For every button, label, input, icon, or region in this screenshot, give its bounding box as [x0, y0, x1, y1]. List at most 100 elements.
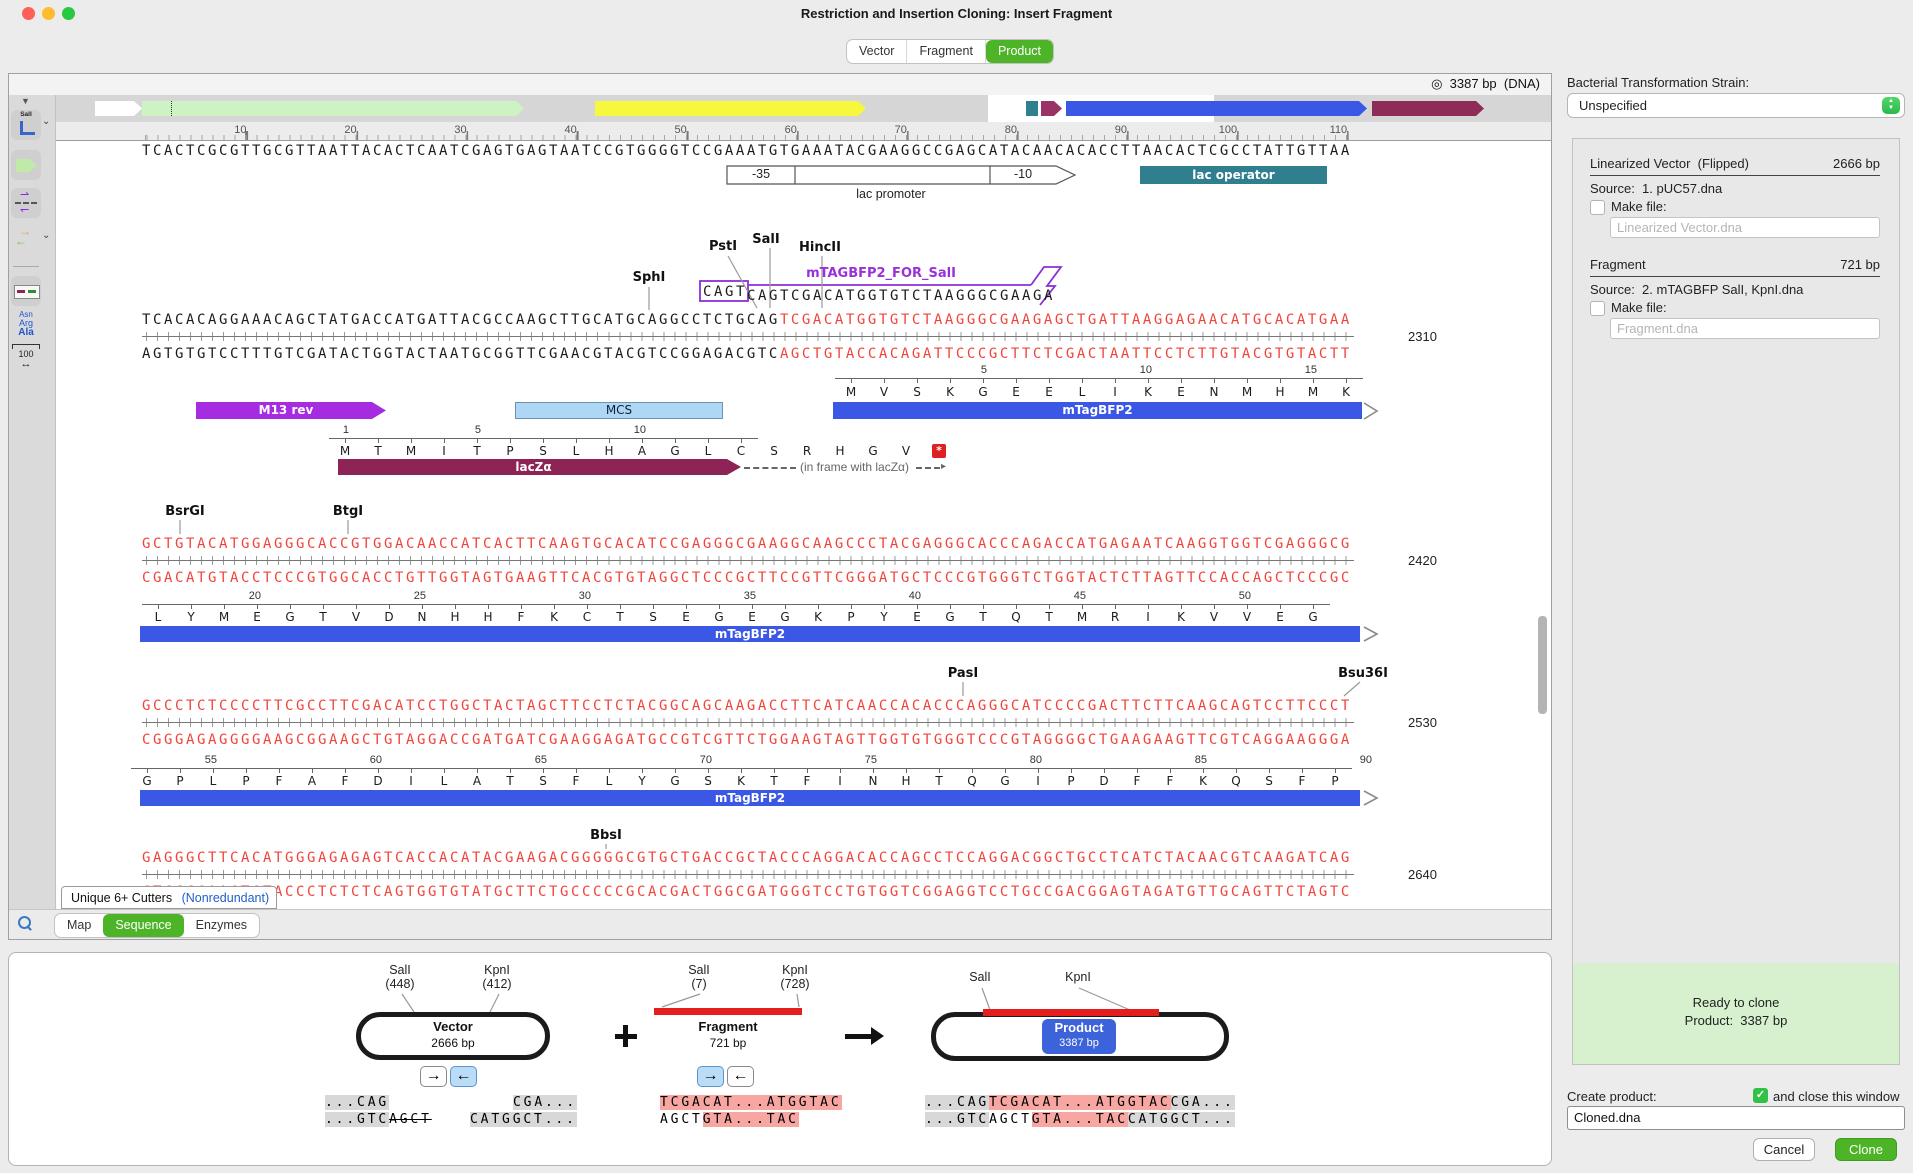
translation-letter: F — [560, 774, 592, 788]
translation-letter: G — [659, 774, 691, 788]
status-box: Ready to clone Product: 3387 bp — [1573, 963, 1899, 1064]
scrollbar-thumb[interactable] — [1538, 616, 1547, 714]
fragment-seq-top: TCGACAT...ATGGTAC — [660, 1095, 842, 1110]
overview-feature-blue[interactable] — [1066, 101, 1367, 116]
sequence-strand-bottom[interactable]: CGACATGTACCTCCCGTGGCACCTGTTGGTAGTGAAGTTC… — [142, 570, 1352, 586]
enzymes-tool-button[interactable]: SalI — [11, 110, 41, 140]
translation-letter: L — [197, 774, 229, 788]
translation-letter: Q — [1000, 610, 1032, 624]
position-label: 2640 — [1408, 867, 1437, 882]
tab-fragment[interactable]: Fragment — [906, 40, 986, 63]
overview-feature-maroon[interactable] — [1372, 101, 1484, 116]
translation-letter: G — [769, 610, 801, 624]
translation-letter: F — [791, 774, 823, 788]
sequence-strand-top[interactable]: TCACTCGCGTTGCGTTAATTACACTCAATCGAGTGAGTAA… — [142, 143, 1352, 159]
translation-letter: I — [1099, 385, 1131, 399]
molecule-type: (DNA) — [1504, 76, 1540, 91]
vector-forward-button[interactable]: → — [420, 1066, 447, 1087]
tab-enzymes[interactable]: Enzymes — [184, 914, 259, 937]
search-icon[interactable] — [18, 916, 34, 932]
fragment-reverse-button[interactable]: ← — [727, 1066, 754, 1087]
primer-rev-icon: ← — [15, 234, 27, 248]
translation-letter: G — [857, 444, 889, 458]
ruler-number: 60 — [767, 124, 797, 136]
translation-letter: A — [461, 774, 493, 788]
translation-letter: P — [494, 444, 526, 458]
enzymes-tool-chevron-icon[interactable]: ⌄ — [42, 116, 50, 127]
features-tool-button[interactable] — [11, 150, 41, 180]
translation-letter: K — [725, 774, 757, 788]
translation-letter: E — [736, 610, 768, 624]
vector-file-input[interactable]: Linearized Vector.dna — [1610, 217, 1880, 238]
clone-button[interactable]: Clone — [1835, 1138, 1897, 1161]
translation-letter: F — [1154, 774, 1186, 788]
overview-feature-white[interactable] — [95, 101, 142, 116]
translation-letter: S — [527, 774, 559, 788]
cancel-button[interactable]: Cancel — [1753, 1138, 1815, 1161]
sequence-strand-top[interactable]: GCTGTACATGGAGGGCACCGTGGACAACCATCACTTCAAG… — [142, 536, 1352, 552]
vector-reverse-button[interactable]: ← — [450, 1066, 477, 1087]
translation-number: 35 — [722, 590, 756, 602]
tab-map[interactable]: Map — [55, 914, 103, 937]
translation-letter: S — [758, 444, 790, 458]
translation-letter: G — [274, 610, 306, 624]
product-filename-input[interactable]: Cloned.dna — [1567, 1106, 1905, 1130]
dropdown-stepper-icon: ▲▼ — [1882, 97, 1900, 114]
strain-dropdown[interactable]: Unspecified ▲▼ — [1567, 93, 1905, 118]
translation-letter: T — [494, 774, 526, 788]
sequence-strand-bottom[interactable]: AGTGTGTCCTTTGTCGATACTGGTACTAATGCGGTTCGAA… — [142, 346, 1352, 362]
translation-letter: I — [1132, 610, 1164, 624]
overview-feature-yellow[interactable] — [595, 101, 866, 116]
translation-letter: R — [791, 444, 823, 458]
translation-number: 55 — [183, 754, 217, 766]
fragments-tool-button[interactable] — [11, 276, 41, 306]
collapse-minimap-button[interactable]: ▼ — [21, 96, 30, 106]
ruler-tool-button[interactable]: 100 ↔ — [12, 344, 40, 369]
strand-ruler — [142, 330, 1354, 343]
fragment-make-file-label: Make file: — [1611, 300, 1667, 315]
close-window-checkbox[interactable]: ✓ — [1753, 1088, 1768, 1103]
translation-letter: K — [538, 610, 570, 624]
primers-tool-chevron-icon[interactable]: ⌄ — [42, 230, 50, 241]
align-top-arrow-icon: ⇀ — [20, 188, 29, 201]
translation-letter: S — [901, 385, 933, 399]
fragment-sali-label: SalI(7) — [659, 963, 739, 991]
translation-number: 25 — [392, 590, 426, 602]
sequence-strand-top[interactable]: GCCCTCTCCCCTTCGCCTTCGACATCCTGGCTACTAGCTT… — [142, 698, 1352, 714]
vector-make-file-checkbox[interactable] — [1590, 200, 1605, 215]
overview-feature-teal[interactable] — [1026, 101, 1038, 116]
translation-letter: E — [1264, 610, 1296, 624]
overview-feature-green[interactable] — [142, 101, 524, 116]
translation-letter: A — [296, 774, 328, 788]
sequence-viewport[interactable]: -35 -10 lac promoter lac operator SphI P… — [0, 140, 1536, 896]
sequence-strand-top[interactable]: TCACACAGGAAACAGCTATGACCATGATTACGCCAAGCTT… — [142, 312, 1352, 328]
translation-letter: M — [1066, 610, 1098, 624]
fragment-forward-button[interactable]: → — [697, 1066, 724, 1087]
bottom-tab-bar: Map Sequence Enzymes — [54, 913, 260, 938]
translation-letter: E — [1033, 385, 1065, 399]
fragment-file-input[interactable]: Fragment.dna — [1610, 318, 1880, 339]
vector-source: Source: 1. pUC57.dna — [1590, 181, 1722, 196]
sequence-strand-bottom[interactable]: CTCCCGAAGTGTACCCTCTCTCAGTGGTGTATGCTTCTGC… — [142, 884, 1352, 896]
sequence-length-badge: ◎ 3387 bp (DNA) — [1240, 76, 1540, 92]
tab-vector[interactable]: Vector — [847, 40, 906, 63]
window-title: Restriction and Insertion Cloning: Inser… — [0, 6, 1913, 21]
fragment-bar[interactable] — [654, 1008, 802, 1015]
sequence-strand-bottom[interactable]: CGGGAGAGGGGAAGCGGAAGCTGTAGGACCGATGATCGAA… — [142, 732, 1352, 748]
translation-letter: V — [1198, 610, 1230, 624]
cutters-tab[interactable]: Unique 6+ Cutters (Nonredundant) — [61, 886, 277, 909]
translate-tool-button[interactable]: Asn Arg Ala — [8, 310, 44, 337]
translation-letter: T — [362, 444, 394, 458]
tab-sequence[interactable]: Sequence — [103, 914, 183, 937]
result-arrow-icon — [845, 1027, 885, 1045]
primers-tool-button[interactable]: → ← — [11, 226, 41, 254]
ruler-number: 50 — [657, 124, 687, 136]
tab-product[interactable]: Product — [986, 40, 1053, 63]
cutters-link[interactable]: (Nonredundant) — [182, 891, 270, 905]
alignment-tool-button[interactable]: ⇀ ↽ — [11, 188, 41, 218]
sequence-strand-top[interactable]: GAGGGCTTCACATGGGAGAGAGTCACCACATACGAAGACG… — [142, 850, 1352, 866]
translation-letter: G — [967, 385, 999, 399]
translation-letter: G — [659, 444, 691, 458]
fragment-make-file-checkbox[interactable] — [1590, 301, 1605, 316]
translation-letter: F — [329, 774, 361, 788]
